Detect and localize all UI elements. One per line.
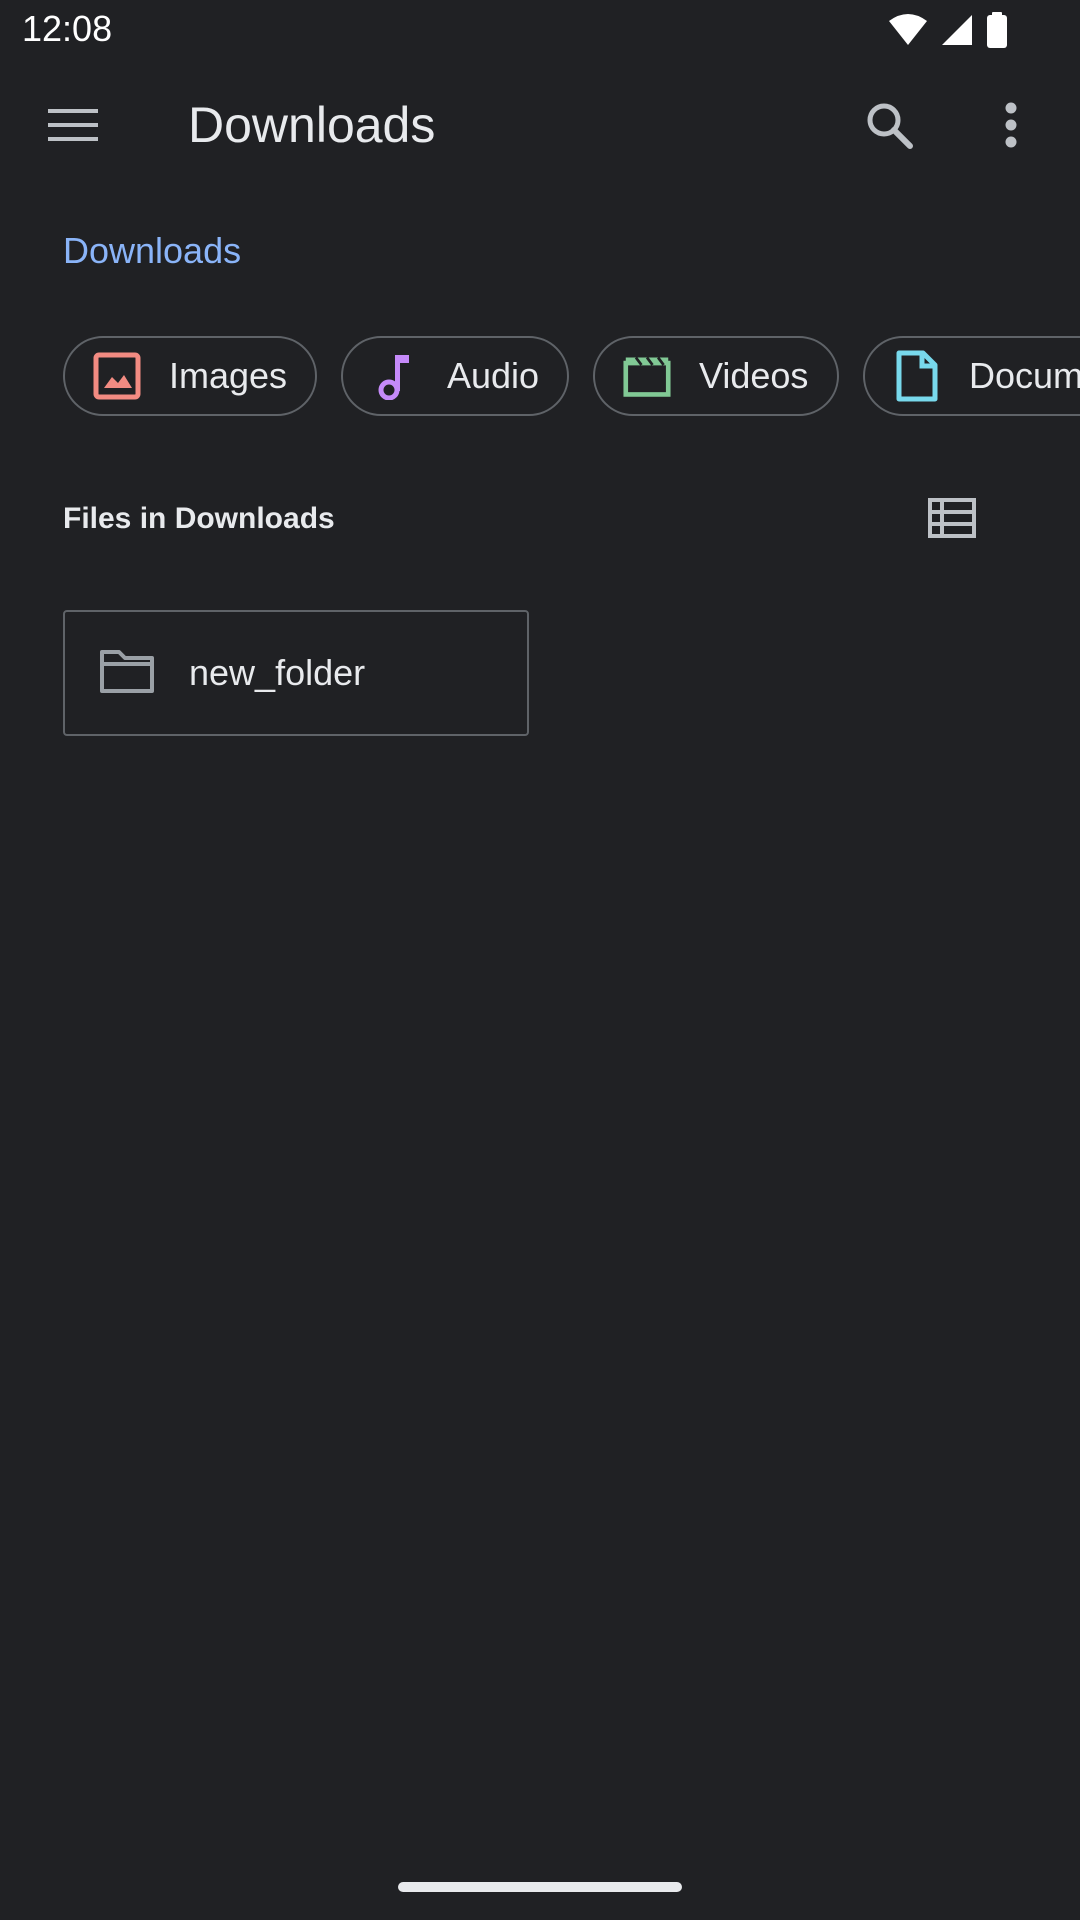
- screen: 12:08 Downloads Downloads Images Audio V…: [0, 0, 1080, 1920]
- list-view-icon: [928, 497, 976, 543]
- chip-label: Videos: [699, 355, 809, 396]
- chip-label: Documents: [969, 355, 1080, 396]
- chip-images[interactable]: Images: [63, 336, 317, 416]
- music-note-icon: [371, 352, 419, 400]
- page-title: Downloads: [188, 97, 436, 153]
- folder-icon: [99, 648, 155, 698]
- chip-label: Audio: [447, 355, 540, 396]
- search-button[interactable]: [854, 92, 924, 162]
- menu-icon: [48, 107, 98, 148]
- chip-audio[interactable]: Audio: [341, 336, 569, 416]
- battery-icon: [986, 12, 1008, 53]
- status-bar: 12:08: [0, 0, 1080, 64]
- breadcrumb-downloads[interactable]: Downloads: [63, 230, 241, 272]
- category-chips: Images Audio Videos Docum: [63, 336, 1080, 420]
- status-icons: [888, 12, 1008, 53]
- document-icon: [893, 350, 941, 402]
- folder-item-new-folder[interactable]: new_folder: [63, 610, 529, 736]
- more-vert-icon: [1004, 102, 1018, 153]
- folder-name: new_folder: [189, 652, 366, 693]
- chip-label: Images: [169, 355, 288, 396]
- top-app-bar: Downloads: [0, 64, 1080, 190]
- view-toggle-button[interactable]: [920, 490, 984, 550]
- more-options-button[interactable]: [976, 92, 1046, 162]
- section-title: Files in Downloads: [63, 502, 335, 535]
- image-icon: [93, 352, 141, 400]
- gesture-nav-handle[interactable]: [398, 1882, 682, 1892]
- menu-button[interactable]: [38, 92, 108, 162]
- video-clip-icon: [623, 352, 671, 400]
- chip-documents[interactable]: Documents: [863, 336, 1080, 416]
- chip-videos[interactable]: Videos: [593, 336, 839, 416]
- search-icon: [864, 100, 914, 155]
- wifi-icon: [888, 13, 928, 52]
- status-time: 12:08: [22, 8, 113, 49]
- cell-signal-icon: [940, 13, 974, 52]
